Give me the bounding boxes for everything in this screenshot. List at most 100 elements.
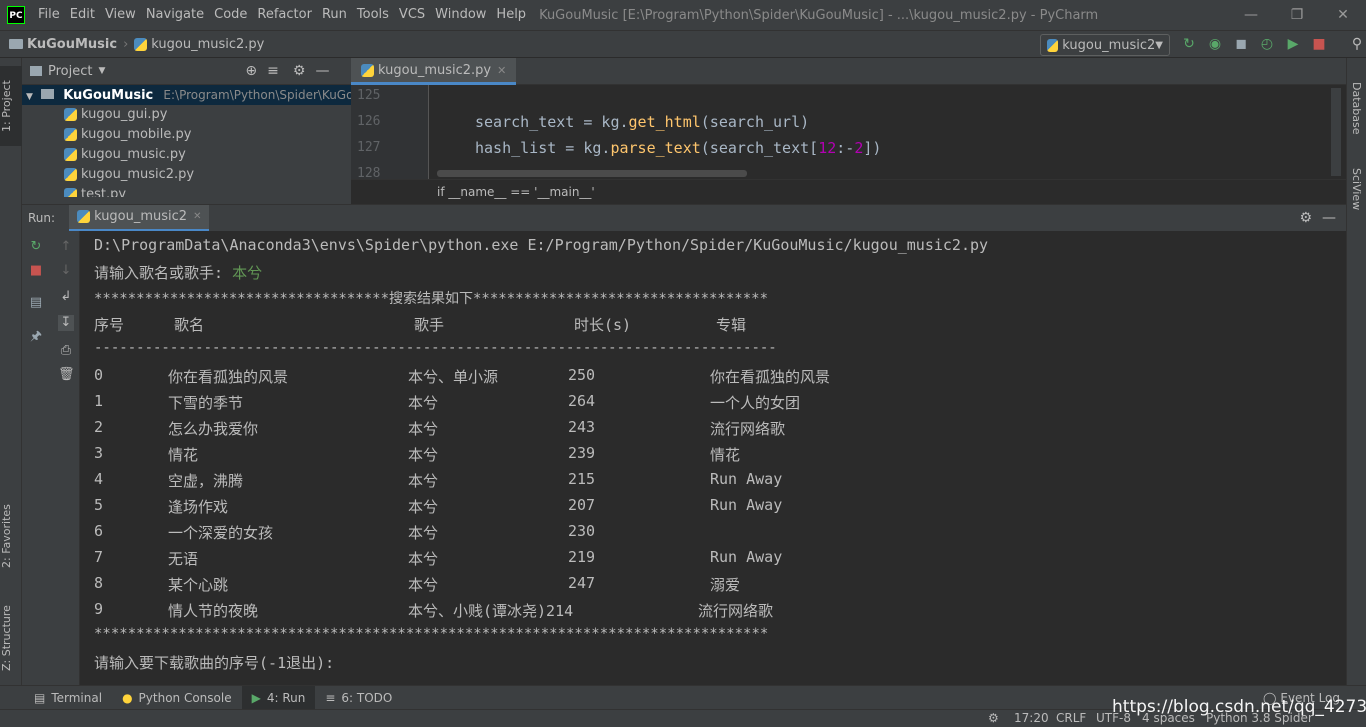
chevron-down-icon[interactable]: ▼ [98, 66, 105, 76]
tree-file-item[interactable]: kugou_music.py [22, 145, 351, 165]
stop-icon[interactable]: ■ [1310, 35, 1328, 53]
pin-icon[interactable]: 🖈 [28, 329, 44, 345]
menu-vcs[interactable]: VCS [394, 0, 430, 30]
horizontal-scrollbar[interactable] [437, 170, 747, 177]
line-number: 127 [357, 140, 381, 155]
tree-root-name: KuGouMusic [63, 88, 154, 103]
header-singer: 歌手 [414, 316, 445, 334]
run-config-select[interactable]: kugou_music2 ▼ [1040, 34, 1170, 56]
trash-icon[interactable]: 🗑 [58, 367, 75, 383]
close-icon[interactable]: ✕ [497, 64, 506, 77]
menu-file[interactable]: File [33, 0, 65, 30]
code-line-127[interactable]: hash_list = kg.parse_text(search_text[12… [475, 139, 881, 157]
gear-icon[interactable]: ⚙ [293, 63, 306, 79]
tab-favorites[interactable]: 2: Favorites [0, 496, 22, 576]
row-duration: 230 [568, 522, 596, 540]
row-duration: 219 [568, 548, 596, 566]
breadcrumb-file[interactable]: kugou_music2.py [151, 37, 264, 52]
rerun-icon[interactable]: ↻ [1180, 35, 1198, 53]
row-duration: 243 [568, 418, 596, 436]
tab-terminal[interactable]: ▤ Terminal [24, 686, 112, 710]
close-icon[interactable]: ✕ [193, 211, 201, 222]
tree-file-name: kugou_mobile.py [81, 127, 192, 142]
run-label: Run: [28, 211, 56, 225]
minimize-icon[interactable]: — [1228, 0, 1274, 30]
layout-icon[interactable]: ▤ [28, 295, 44, 311]
project-panel-title[interactable]: Project [48, 64, 92, 79]
profile-icon[interactable]: ◴ [1258, 35, 1276, 53]
tab-python-console[interactable]: ● Python Console [112, 686, 242, 710]
search-icon[interactable]: ⚲ [1348, 35, 1366, 53]
hide-icon[interactable]: — [1322, 210, 1336, 226]
stop-icon[interactable]: ■ [28, 263, 44, 279]
chevron-down-icon: ▼ [26, 92, 33, 102]
row-song: 某个心跳 [168, 576, 229, 594]
menu-edit[interactable]: Edit [65, 0, 100, 30]
arrow-up-icon[interactable]: ↑ [58, 239, 74, 255]
git-icon[interactable]: ⚙ [988, 711, 999, 725]
menu-run[interactable]: Run [317, 0, 352, 30]
menu-navigate[interactable]: Navigate [141, 0, 209, 30]
restore-icon[interactable]: ❐ [1274, 0, 1320, 30]
run-tab[interactable]: kugou_music2 ✕ [69, 204, 210, 232]
soft-wrap-icon[interactable]: ↲ [58, 289, 74, 305]
folder-icon [9, 39, 23, 49]
row-singer: 本兮 [408, 472, 439, 490]
menu-code[interactable]: Code [209, 0, 252, 30]
collapse-icon[interactable]: ≡ [267, 63, 279, 79]
console-download-prompt: 请输入要下载歌曲的序号(-1退出): [94, 654, 335, 672]
run-tab-label: kugou_music2 [94, 209, 188, 224]
pycharm-logo-icon: PC [7, 6, 25, 24]
run-console[interactable]: D:\ProgramData\Anaconda3\envs\Spider\pyt… [80, 231, 1346, 685]
code-token: :- [836, 139, 855, 157]
rerun-icon[interactable]: ↻ [28, 239, 44, 255]
breadcrumb-project[interactable]: KuGouMusic [27, 37, 117, 52]
tree-file-item[interactable]: test.py [22, 185, 351, 197]
right-tool-stripe: Database SciView [1346, 58, 1366, 685]
row-duration: 215 [568, 470, 596, 488]
print-icon[interactable]: ⎙ [58, 343, 74, 359]
locate-icon[interactable]: ⊕ [245, 63, 257, 79]
menu-tools[interactable]: Tools [352, 0, 394, 30]
row-index: 5 [94, 496, 104, 514]
code-token: ]) [863, 139, 882, 157]
tab-todo[interactable]: ≡ 6: TODO [315, 686, 402, 710]
row-album: 溺爱 [710, 576, 741, 594]
tree-file-item[interactable]: kugou_music2.py [22, 165, 351, 185]
code-breadcrumb[interactable]: if __name__ == '__main__' [351, 179, 1346, 204]
menu-view[interactable]: View [100, 0, 141, 30]
row-index: 7 [94, 548, 104, 566]
window-title: KuGouMusic [E:\Program\Python\Spider\KuG… [539, 7, 1099, 23]
tab-project[interactable]: 1: Project [0, 66, 22, 146]
menu-refactor[interactable]: Refactor [252, 0, 317, 30]
tree-root-item[interactable]: ▼ KuGouMusic E:\Program\Python\Spider\Ku… [22, 85, 351, 105]
menu-window[interactable]: Window [430, 0, 491, 30]
breadcrumb-separator-icon: › [123, 36, 129, 52]
code-token: (search_url) [700, 113, 810, 131]
tab-structure[interactable]: Z: Structure [0, 593, 22, 683]
gear-icon[interactable]: ⚙ [1299, 210, 1312, 226]
close-icon[interactable]: ✕ [1320, 0, 1366, 30]
code-line-126[interactable]: search_text = kg.get_html(search_url) [475, 113, 809, 131]
tab-run[interactable]: ▶ 4: Run [241, 685, 316, 710]
row-song: 你在看孤独的风景 [168, 368, 289, 386]
coverage-icon[interactable]: ◼ [1232, 35, 1250, 53]
editor-tab[interactable]: kugou_music2.py ✕ [351, 58, 517, 85]
hide-icon[interactable]: — [315, 63, 329, 79]
tree-file-item[interactable]: kugou_gui.py [22, 105, 351, 125]
scroll-to-end-icon[interactable]: ↧ [58, 315, 74, 331]
tree-file-item[interactable]: kugou_mobile.py [22, 125, 351, 145]
chevron-down-icon: ▼ [1155, 39, 1163, 51]
row-index: 0 [94, 366, 104, 384]
run-concurrency-icon[interactable]: ▶ [1284, 35, 1302, 53]
tab-database[interactable]: Database [1350, 82, 1363, 135]
console-prompt-text: 请输入歌名或歌手: [94, 264, 233, 282]
tab-sciview[interactable]: SciView [1350, 168, 1363, 210]
menu-help[interactable]: Help [491, 0, 531, 30]
vertical-scrollbar[interactable] [1331, 88, 1341, 176]
debug-icon[interactable]: ◉ [1206, 35, 1224, 53]
status-time[interactable]: 17:20 [1014, 711, 1049, 725]
arrow-down-icon[interactable]: ↓ [58, 263, 74, 279]
code-editor: kugou_music2.py ✕ 125 126 127 128 search… [351, 58, 1346, 204]
status-line-separator[interactable]: CRLF [1056, 711, 1086, 725]
